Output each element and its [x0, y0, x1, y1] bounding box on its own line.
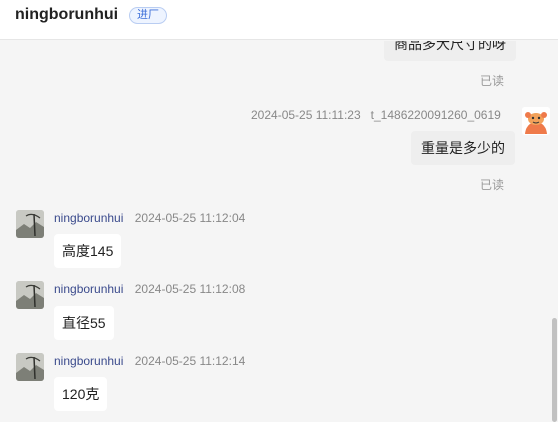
message-bubble-outgoing: 重量是多少的 — [411, 131, 515, 165]
scrollbar[interactable] — [552, 318, 557, 422]
message-sender[interactable]: ningborunhui — [54, 282, 123, 296]
landscape-avatar-icon — [16, 281, 44, 309]
contact-avatar[interactable] — [16, 353, 44, 381]
contact-avatar[interactable] — [16, 281, 44, 309]
message-bubble-incoming: 120克 — [54, 377, 108, 411]
message-meta: ningborunhui 2024-05-25 11:12:04 — [54, 211, 245, 225]
message-text: 直径55 — [62, 315, 106, 331]
message-timestamp: 2024-05-25 11:11:23 — [251, 108, 361, 122]
message-text: 高度145 — [62, 243, 114, 259]
message-bubble-incoming: 高度145 — [54, 234, 122, 268]
read-receipt: 已读 — [480, 74, 505, 88]
user-avatar[interactable] — [522, 107, 550, 135]
message-text: 商品多大尺寸的呀 — [394, 41, 506, 52]
message-bubble-outgoing: 商品多大尺寸的呀 — [384, 41, 516, 61]
message-list[interactable]: 商品多大尺寸的呀 已读 2024-05-25 11:11:23 t_148622… — [0, 41, 558, 422]
cartoon-avatar-icon — [522, 107, 550, 135]
message-sender[interactable]: ningborunhui — [54, 354, 123, 368]
contact-name[interactable]: ningborunhui — [15, 6, 118, 24]
message-meta: ningborunhui 2024-05-25 11:12:14 — [54, 354, 245, 368]
landscape-avatar-icon — [16, 210, 44, 238]
message-timestamp: 2024-05-25 11:12:14 — [134, 354, 246, 368]
message-sender: t_1486220091260_0619 — [370, 108, 501, 122]
landscape-avatar-icon — [16, 353, 44, 381]
message-bubble-incoming: 直径55 — [54, 306, 114, 340]
message-text: 重量是多少的 — [421, 140, 505, 156]
status-tag: 进厂 — [129, 7, 167, 24]
message-sender[interactable]: ningborunhui — [54, 211, 123, 225]
message-text: 120克 — [62, 386, 100, 402]
message-meta: ningborunhui 2024-05-25 11:12:08 — [54, 282, 245, 296]
message-meta: 2024-05-25 11:11:23 t_1486220091260_0619 — [251, 108, 501, 122]
message-timestamp: 2024-05-25 11:12:08 — [134, 282, 246, 296]
read-receipt: 已读 — [480, 178, 505, 192]
message-timestamp: 2024-05-25 11:12:04 — [134, 211, 246, 225]
chat-header: ningborunhui 进厂 — [0, 0, 558, 40]
contact-avatar[interactable] — [16, 210, 44, 238]
